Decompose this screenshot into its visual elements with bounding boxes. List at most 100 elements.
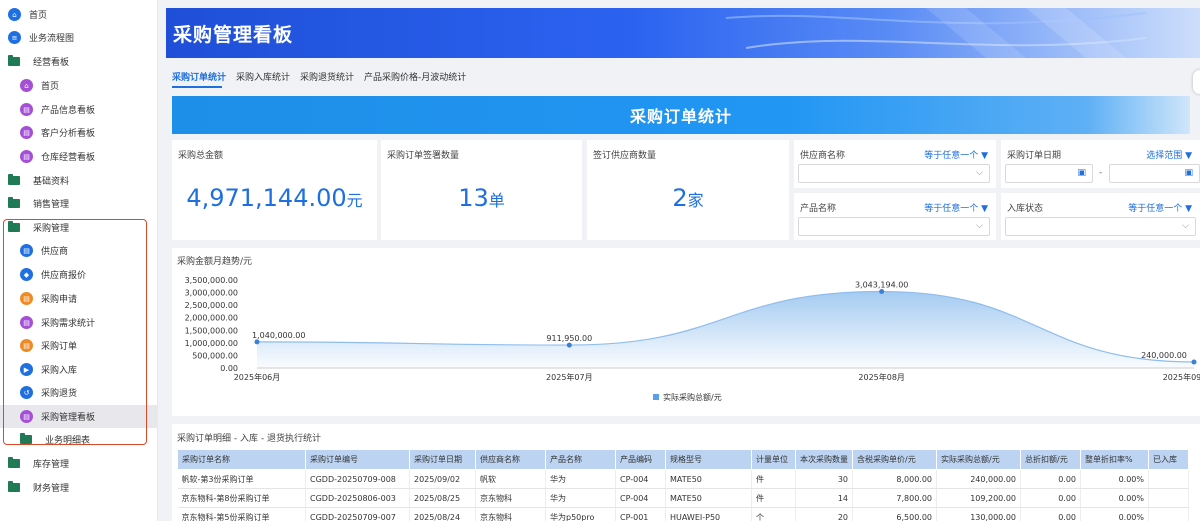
filter-operator[interactable]: 等于任意一个 ▼ — [1128, 201, 1192, 214]
table-row[interactable]: 京东物科-第5份采购订单 CGDD-20250709-007 2025/08/24 京… — [177, 507, 1189, 521]
y-tick-label: 1,000,000.00 — [185, 339, 238, 348]
folder-icon — [20, 433, 32, 444]
table-cell: 帆软 — [475, 469, 546, 489]
filter-operator[interactable]: 选择范围 ▼ — [1146, 148, 1192, 161]
tab-order-stats[interactable]: 采购订单统计 — [172, 70, 226, 83]
column-header[interactable]: 供应商名称 — [475, 449, 546, 470]
column-header[interactable]: 整单折扣率% — [1080, 449, 1149, 470]
folder-icon — [8, 481, 20, 492]
inbound-status-select[interactable]: ⌵ — [1005, 217, 1196, 236]
chevron-down-icon: ⌵ — [976, 221, 983, 231]
column-header[interactable]: 实际采购总额/元 — [936, 449, 1021, 470]
sidebar-item[interactable]: ⌂ 首页 — [0, 3, 157, 26]
table-title: 采购订单明细 - 入库 - 退货执行统计 — [177, 434, 321, 444]
kpi-label: 采购订单签署数量 — [387, 151, 460, 161]
column-header[interactable]: 采购订单日期 — [409, 449, 476, 470]
sidebar-item[interactable]: ▤ 客户分析看板 — [0, 121, 157, 144]
table-cell: 帆软-第3份采购订单 — [177, 469, 306, 489]
board-icon: ▤ — [20, 103, 33, 116]
sidebar-item-label: 采购入库 — [41, 366, 78, 376]
side-panel-toggle[interactable] — [1193, 70, 1200, 94]
sidebar-item[interactable]: ▤ 供应商 — [0, 239, 157, 262]
sidebar-item-label: 首页 — [41, 82, 60, 92]
folder-icon — [8, 55, 20, 66]
table-cell: 华为 — [545, 488, 616, 508]
sidebar-item[interactable]: 销售管理 — [0, 192, 157, 215]
sidebar-item[interactable]: ≡ 业务流程图 — [0, 26, 157, 49]
column-header[interactable]: 规格型号 — [665, 449, 752, 470]
sidebar-item-label: 产品信息看板 — [41, 106, 96, 116]
sidebar-item[interactable]: ▤ 采购订单 — [0, 334, 157, 357]
sidebar-item[interactable]: ▶ 采购入库 — [0, 358, 157, 381]
sidebar-item[interactable]: ▤ 采购管理看板 — [0, 405, 157, 428]
section-header: 采购订单统计 — [172, 96, 1190, 134]
sidebar-item[interactable]: ▤ 采购需求统计 — [0, 311, 157, 334]
sidebar-item-label: 采购管理看板 — [41, 413, 96, 423]
supplier-select[interactable]: ⌵ — [798, 164, 990, 183]
column-header[interactable]: 计量单位 — [751, 449, 796, 470]
table-cell: CP-004 — [615, 469, 666, 489]
filter-product: 产品名称 等于任意一个 ▼ ⌵ — [794, 193, 996, 240]
kpi-value: 13单 — [458, 184, 505, 212]
section-title: 采购订单统计 — [629, 107, 732, 126]
calendar-icon: ▣ — [1077, 168, 1086, 178]
product-select[interactable]: ⌵ — [798, 217, 990, 236]
table-cell: 8,000.00 — [852, 469, 937, 489]
table-cell: 2025/09/02 — [409, 469, 476, 489]
table-row[interactable]: 帆软-第3份采购订单 CGDD-20250709-008 2025/09/02 帆软华… — [177, 469, 1189, 489]
sidebar-item[interactable]: 基础资料 — [0, 169, 157, 192]
table-cell: 240,000.00 — [936, 469, 1021, 489]
sidebar-item-label: 基础资料 — [33, 177, 70, 187]
chevron-down-icon: ⌵ — [976, 168, 983, 178]
column-header[interactable]: 采购订单编号 — [305, 449, 410, 470]
column-header[interactable]: 已入库 — [1148, 449, 1189, 470]
folder-icon — [8, 174, 20, 185]
sidebar-item[interactable]: ↺ 采购退货 — [0, 381, 157, 404]
filter-order-date: 采购订单日期 选择范围 ▼ ▣ - ▣ — [1001, 140, 1200, 188]
column-header[interactable]: 本次采购数量 — [795, 449, 853, 470]
sidebar-item[interactable]: 库存管理 — [0, 452, 157, 475]
y-tick-label: 2,000,000.00 — [185, 314, 238, 323]
sidebar-item-label: 采购订单 — [41, 342, 78, 352]
date-start-input[interactable]: ▣ — [1005, 164, 1093, 183]
kpi-order-count: 采购订单签署数量 13单 — [381, 140, 582, 240]
tab-inbound-stats[interactable]: 采购入库统计 — [236, 70, 290, 83]
table-cell: 6,500.00 — [852, 507, 937, 521]
sidebar-item[interactable]: ▤ 产品信息看板 — [0, 98, 157, 121]
data-point — [566, 342, 572, 348]
table-cell: CGDD-20250806-003 — [305, 488, 410, 508]
column-header[interactable]: 产品编码 — [615, 449, 666, 470]
sidebar-item[interactable]: 财务管理 — [0, 476, 157, 499]
sidebar-item[interactable]: 业务明细表 — [0, 428, 157, 451]
return-icon: ↺ — [20, 386, 33, 399]
filter-operator[interactable]: 等于任意一个 ▼ — [924, 201, 988, 214]
detail-table: 采购订单名称 采购订单编号 采购订单日期 供应商名称 产品名称 产品编码 规格型号 计量单位本… — [177, 449, 1189, 521]
column-header[interactable]: 产品名称 — [545, 449, 616, 470]
table-cell — [1148, 469, 1189, 489]
sidebar-item-label: 业务流程图 — [29, 34, 75, 44]
column-header[interactable]: 含税采购单价/元 — [852, 449, 937, 470]
filter-operator[interactable]: 等于任意一个 ▼ — [924, 148, 988, 161]
sidebar-item[interactable]: 经营看板 — [0, 50, 157, 73]
sidebar-item[interactable]: ▤ 仓库经营看板 — [0, 145, 157, 168]
folder-icon — [8, 221, 20, 232]
x-tick-label: 2025年06月 — [234, 372, 281, 382]
data-point — [254, 339, 260, 345]
tab-return-stats[interactable]: 采购退货统计 — [300, 70, 354, 83]
table-cell: 0.00% — [1080, 469, 1149, 489]
table-row[interactable]: 京东物科-第8份采购订单 CGDD-20250806-003 2025/08/25 京… — [177, 488, 1189, 508]
date-end-input[interactable]: ▣ — [1109, 164, 1200, 183]
sidebar-item[interactable]: ⌂ 首页 — [0, 74, 157, 97]
sidebar-item[interactable]: ▤ 采购申请 — [0, 287, 157, 310]
sidebar-item-label: 采购管理 — [33, 224, 70, 234]
filter-label: 采购订单日期 — [1007, 151, 1062, 161]
tab-price-stats[interactable]: 产品采购价格-月波动统计 — [364, 70, 466, 83]
series-area — [257, 291, 1194, 368]
column-header[interactable]: 总折扣额/元 — [1020, 449, 1081, 470]
table-cell: 30 — [795, 469, 853, 489]
table-cell: 华为p50pro — [545, 507, 616, 521]
board-icon: ▤ — [20, 150, 33, 163]
sidebar-item[interactable]: 采购管理 — [0, 216, 157, 239]
sidebar-item[interactable]: ◆ 供应商报价 — [0, 263, 157, 286]
column-header[interactable]: 采购订单名称 — [177, 449, 306, 470]
